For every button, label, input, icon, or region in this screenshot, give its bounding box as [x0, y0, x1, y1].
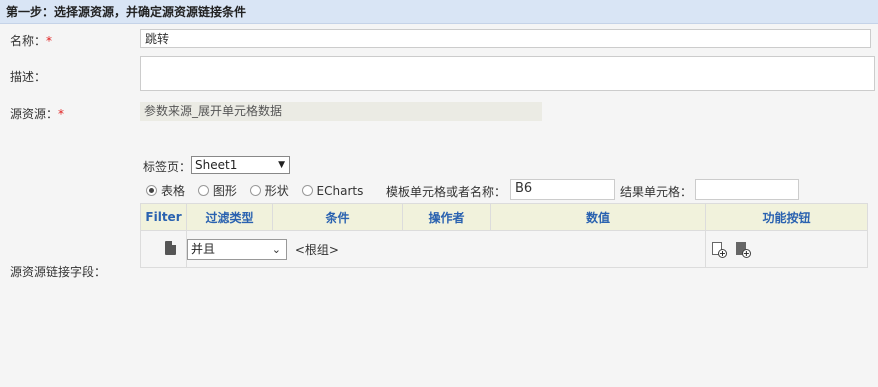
- col-value: 数值: [490, 203, 706, 231]
- sheet-label: 标签页：: [143, 160, 192, 174]
- radio-label: 表格: [161, 184, 186, 198]
- radio-shape[interactable]: 形状: [249, 182, 289, 199]
- col-condition: 条件: [272, 203, 403, 231]
- dropdown-arrow-icon: ▼: [278, 160, 285, 170]
- description-label: 描述：: [10, 70, 47, 84]
- description-field[interactable]: [140, 56, 875, 91]
- name-field[interactable]: 跳转: [140, 29, 871, 48]
- template-cell-label: 模板单元格或者名称：: [386, 185, 507, 199]
- filter-type-select[interactable]: 并且 ⌄: [187, 238, 287, 260]
- radio-unchecked-icon: [197, 185, 209, 196]
- radio-echarts[interactable]: ECharts: [301, 183, 364, 198]
- result-cell-label: 结果单元格：: [620, 185, 693, 199]
- name-label: 名称：*: [10, 34, 53, 48]
- radio-table[interactable]: 表格: [146, 182, 185, 199]
- root-group-text: <根组>: [294, 242, 339, 257]
- radio-unchecked-icon: [249, 185, 261, 196]
- source-field[interactable]: 参数来源_展开单元格数据: [140, 102, 542, 121]
- radio-label: ECharts: [316, 183, 364, 198]
- filter-type-value: 并且: [191, 241, 216, 256]
- required-mark: *: [58, 107, 65, 121]
- step-title: 第一步：选择源资源，并确定源资源链接条件: [6, 5, 247, 19]
- source-label: 源资源：*: [10, 107, 65, 121]
- result-cell-input[interactable]: [695, 179, 799, 200]
- document-icon[interactable]: [165, 240, 176, 255]
- radio-unchecked-icon: [301, 185, 313, 196]
- radio-checked-icon: [146, 185, 157, 196]
- col-function-buttons: 功能按钮: [705, 203, 868, 231]
- condition-table: Filter 过滤类型 条件 操作者 数值 功能按钮 并且 ⌄ <根组> + +: [140, 203, 868, 268]
- required-mark: *: [46, 34, 53, 48]
- function-buttons-cell: + +: [705, 230, 868, 268]
- col-filter-type: 过滤类型: [186, 203, 273, 231]
- template-cell-input[interactable]: B6: [510, 179, 615, 200]
- add-group-icon[interactable]: +: [735, 241, 751, 258]
- sheet-select[interactable]: Sheet1 ▼: [191, 156, 290, 174]
- radio-label: 形状: [264, 184, 289, 198]
- table-row: 并且 ⌄ <根组> + +: [140, 230, 868, 268]
- add-condition-icon[interactable]: +: [712, 241, 727, 258]
- condition-cell: 并且 ⌄ <根组>: [186, 230, 706, 268]
- sheet-selected-value: Sheet1: [195, 158, 238, 172]
- radio-chart[interactable]: 图形: [197, 182, 237, 199]
- link-field-label: 源资源链接字段：: [10, 265, 107, 279]
- chevron-down-icon: ⌄: [271, 242, 281, 256]
- col-filter: Filter: [140, 203, 187, 231]
- object-type-radios: 表格 图形 形状 ECharts: [146, 182, 372, 198]
- filter-cell: [140, 230, 187, 268]
- radio-label: 图形: [212, 184, 237, 198]
- col-operator: 操作者: [402, 203, 491, 231]
- step-header: 第一步：选择源资源，并确定源资源链接条件: [0, 0, 878, 24]
